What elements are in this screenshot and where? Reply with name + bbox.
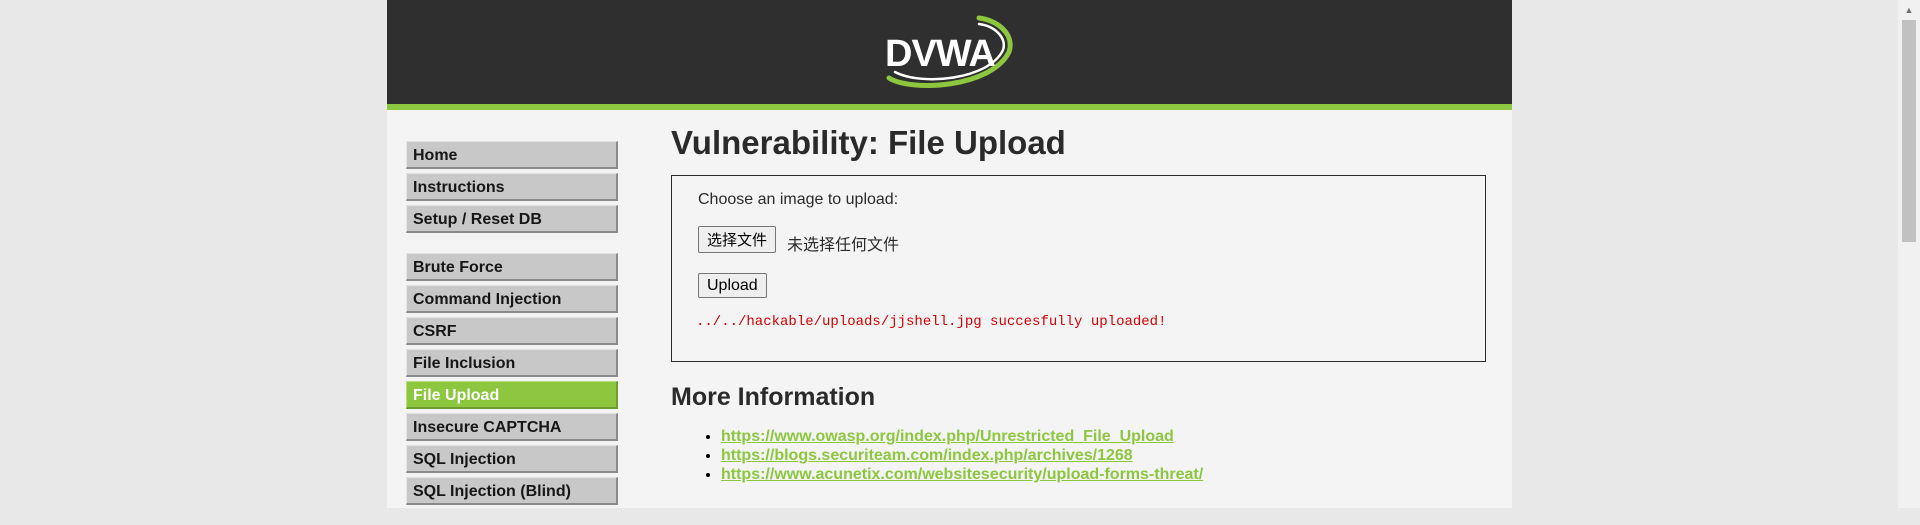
page-container: DVWA Home Instructions Setup / Reset DB … (387, 0, 1512, 508)
menu-item-brute-force[interactable]: Brute Force (406, 253, 618, 281)
menu-item-sql-injection[interactable]: SQL Injection (406, 445, 618, 473)
menu-group-vulnerabilities: Brute Force Command Injection CSRF File … (406, 253, 618, 505)
svg-text:DVWA: DVWA (885, 33, 996, 75)
menu-item-sql-injection-blind[interactable]: SQL Injection (Blind) (406, 477, 618, 505)
menu-item-command-injection[interactable]: Command Injection (406, 285, 618, 313)
menu-item-instructions[interactable]: Instructions (406, 173, 618, 201)
menu-item-file-upload[interactable]: File Upload (406, 381, 618, 409)
sidebar-menu: Home Instructions Setup / Reset DB Brute… (406, 141, 618, 525)
scrollbar-thumb[interactable] (1902, 20, 1916, 242)
upload-form-box: Choose an image to upload: 选择文件 未选择任何文件 … (671, 175, 1486, 362)
list-item: https://www.owasp.org/index.php/Unrestri… (721, 427, 1203, 446)
menu-item-insecure-captcha[interactable]: Insecure CAPTCHA (406, 413, 618, 441)
list-item: https://blogs.securiteam.com/index.php/a… (721, 446, 1203, 465)
upload-button[interactable]: Upload (698, 273, 767, 298)
main-content: Vulnerability: File Upload Choose an ima… (671, 124, 1487, 483)
choose-file-button[interactable]: 选择文件 (698, 226, 777, 253)
menu-item-csrf[interactable]: CSRF (406, 317, 618, 345)
menu-group-general: Home Instructions Setup / Reset DB (406, 141, 618, 233)
more-information-heading: More Information (671, 383, 876, 411)
dvwa-logo: DVWA (881, 12, 1017, 92)
menu-item-setup-reset-db[interactable]: Setup / Reset DB (406, 205, 618, 233)
menu-item-file-inclusion[interactable]: File Inclusion (406, 349, 618, 377)
scroll-up-arrow-icon[interactable]: ▲ (1898, 2, 1920, 18)
header: DVWA (387, 0, 1512, 110)
list-item: https://www.acunetix.com/websitesecurity… (721, 465, 1203, 484)
link-securiteam-archives[interactable]: https://blogs.securiteam.com/index.php/a… (721, 447, 1133, 464)
more-information-links: https://www.owasp.org/index.php/Unrestri… (697, 427, 1203, 484)
vertical-scrollbar[interactable]: ▲ (1898, 0, 1920, 508)
choose-image-label: Choose an image to upload: (698, 191, 899, 208)
page-title: Vulnerability: File Upload (671, 124, 1066, 161)
menu-item-home[interactable]: Home (406, 141, 618, 169)
link-owasp-unrestricted-file-upload[interactable]: https://www.owasp.org/index.php/Unrestri… (721, 428, 1174, 445)
upload-result-message: ../../hackable/uploads/jjshell.jpg succe… (696, 314, 1167, 330)
file-status-text: 未选择任何文件 (787, 235, 900, 254)
link-acunetix-upload-forms-threat[interactable]: https://www.acunetix.com/websitesecurity… (721, 466, 1203, 483)
